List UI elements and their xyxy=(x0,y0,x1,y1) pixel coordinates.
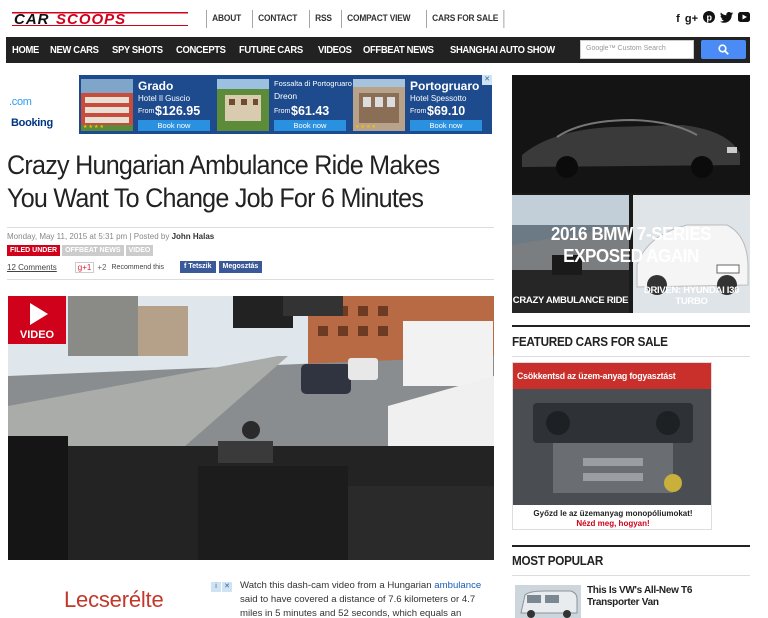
hotel-name: Dreon xyxy=(274,91,298,101)
article-meta: Monday, May 11, 2015 at 5:31 pm | Posted… xyxy=(7,232,215,241)
hotel-city: Portogruaro xyxy=(410,79,480,93)
hotel-city: Fossalta di Portogruaro xyxy=(274,79,352,88)
google-plus-icon[interactable]: g+ xyxy=(685,12,698,26)
twitter-icon[interactable] xyxy=(720,11,733,27)
section-rule xyxy=(512,325,750,327)
ambulance-link[interactable]: ambulance xyxy=(434,580,481,591)
book-now-button[interactable]: Book now xyxy=(274,120,346,131)
thumb-caption-hyundai[interactable]: DRIVEN: HYUNDAI I30 TURBO xyxy=(633,285,750,307)
popular-item[interactable]: This Is VW's All-New T6 Transporter Van xyxy=(512,584,750,618)
article-title: Crazy Hungarian Ambulance Ride Makes You… xyxy=(7,150,440,213)
recommend-label: Recommend this xyxy=(111,263,165,271)
google-plus-count: +2 xyxy=(97,262,107,272)
booking-ad-banner[interactable]: Booking .com ★★★★ Grado Hotel Il Guscio F… xyxy=(7,75,492,134)
inline-ad-text[interactable]: Lecserélte xyxy=(64,587,164,613)
nav-future-cars[interactable]: FUTURE CARS xyxy=(239,44,303,56)
hotel-price: $61.43 xyxy=(291,104,330,118)
article-body: Watch this dash-cam video from a Hungari… xyxy=(240,580,482,618)
article-tags: FILED UNDER OFFBEAT NEWS VIDEO xyxy=(7,245,154,256)
section-rule xyxy=(512,356,750,357)
pinterest-icon[interactable]: p xyxy=(703,11,715,27)
search-input[interactable]: Google™ Custom Search xyxy=(580,40,694,59)
facebook-share-button[interactable]: Megosztás xyxy=(218,261,263,273)
top-links: ABOUT CONTACT RSS COMPACT VIEW CARS FOR … xyxy=(206,10,515,28)
car-ad-headline[interactable]: Csökkentsd az üzem-anyag fogyasztást xyxy=(513,363,711,389)
hotel-city: Grado xyxy=(138,79,174,93)
toplink-contact[interactable]: CONTACT xyxy=(251,10,302,28)
thumb-caption-ambulance[interactable]: CRAZY AMBULANCE RIDE xyxy=(512,295,629,306)
toplink-rss[interactable]: RSS xyxy=(309,10,337,28)
nav-spy-shots[interactable]: SPY SHOTS xyxy=(112,44,163,56)
social-icons: f g+ p xyxy=(676,11,750,27)
hotel-price: $126.95 xyxy=(155,104,201,118)
ad-choices: i ✕ xyxy=(211,582,232,592)
divider xyxy=(7,227,494,228)
play-icon xyxy=(30,303,48,325)
section-rule xyxy=(512,575,750,576)
hotel-photo xyxy=(217,79,269,131)
divider xyxy=(7,279,494,280)
toplink-about[interactable]: ABOUT xyxy=(206,10,246,28)
book-now-button[interactable]: Book now xyxy=(410,120,482,131)
hotel-name: Hotel Il Guscio xyxy=(138,94,191,103)
youtube-icon[interactable] xyxy=(738,12,750,26)
price-prefix: From xyxy=(138,108,155,115)
toplink-cars-for-sale[interactable]: CARS FOR SALE xyxy=(425,10,505,28)
tag-video[interactable]: VIDEO xyxy=(125,245,154,256)
nav-home[interactable]: HOME xyxy=(12,44,39,56)
comments-link[interactable]: 12 Comments xyxy=(7,263,57,272)
tag-filed-under: FILED UNDER xyxy=(7,245,61,256)
price-prefix: From xyxy=(410,108,427,115)
video-badge: VIDEO xyxy=(8,296,66,344)
posted-by-label: Posted by xyxy=(133,232,170,241)
nav-concepts[interactable]: CONCEPTS xyxy=(176,44,226,56)
search-icon xyxy=(718,44,729,55)
car-ad-cta[interactable]: Nézd meg, hogyan! xyxy=(513,519,711,528)
ad-close-icon[interactable]: ✕ xyxy=(482,75,492,85)
nav-new-cars[interactable]: NEW CARS xyxy=(50,44,99,56)
featured-story[interactable]: 2016 BMW 7-SERIES EXPOSED AGAIN CRAZY AMB… xyxy=(512,75,750,313)
nav-shanghai-auto-show[interactable]: SHANGHAI AUTO SHOW xyxy=(450,44,555,56)
rating-stars: ★★★★ xyxy=(355,124,377,130)
most-popular-heading: MOST POPULAR xyxy=(512,553,604,568)
hotel-offer-2[interactable]: Fossalta di Portogruaro Dreon From $61.4… xyxy=(217,79,352,131)
featured-cars-heading: FEATURED CARS FOR SALE xyxy=(512,334,668,349)
hotel-offer-1[interactable]: ★★★★ Grado Hotel Il Guscio From $126.95 … xyxy=(81,79,216,131)
main-nav: HOME NEW CARS SPY SHOTS CONCEPTS FUTURE … xyxy=(6,37,750,63)
share-bar: 12 Comments g+1 +2 Recommend this f Tets… xyxy=(7,261,265,273)
popular-item-title[interactable]: This Is VW's All-New T6 Transporter Van xyxy=(587,585,712,609)
price-prefix: From xyxy=(274,108,291,115)
rating-stars: ★★★★ xyxy=(83,124,105,130)
search-button[interactable] xyxy=(701,40,746,59)
hotel-offer-3[interactable]: ★★★★ Portogruaro Hotel Spessotto From $6… xyxy=(353,79,488,131)
search-placeholder: Google™ Custom Search xyxy=(586,45,666,52)
nav-offbeat-news[interactable]: OFFBEAT NEWS xyxy=(363,44,434,56)
hotel-name: Hotel Spessotto xyxy=(410,94,467,103)
booking-logo[interactable]: Booking .com xyxy=(7,75,79,134)
popular-thumb xyxy=(515,585,581,618)
nav-videos[interactable]: VIDEOS xyxy=(318,44,352,56)
ad-info-icon[interactable]: i xyxy=(211,582,221,592)
section-rule xyxy=(512,545,750,547)
tag-offbeat-news[interactable]: OFFBEAT NEWS xyxy=(62,245,124,256)
video-frame xyxy=(8,296,494,560)
facebook-like-button[interactable]: f Tetszik xyxy=(180,261,216,273)
toplink-compact-view[interactable]: COMPACT VIEW xyxy=(341,10,416,28)
carscoops-logo[interactable]: CAR SCOOPS xyxy=(10,9,190,29)
facebook-icon[interactable]: f xyxy=(676,12,680,26)
car-ad-tagline: Győzd le az üzemanyag monopóliumokat! xyxy=(533,509,693,518)
video-player[interactable]: VIDEO xyxy=(8,296,494,560)
google-plus-button[interactable]: g+1 xyxy=(74,261,95,273)
svg-text:p: p xyxy=(707,13,713,23)
feature-title[interactable]: 2016 BMW 7-SERIES EXPOSED AGAIN xyxy=(518,223,744,267)
feature-image xyxy=(512,75,750,313)
ad-close-icon[interactable]: ✕ xyxy=(222,582,232,592)
car-ad-banner[interactable]: Csökkentsd az üzem-anyag fogyasztást Győ… xyxy=(512,362,712,530)
book-now-button[interactable]: Book now xyxy=(138,120,210,131)
hotel-price: $69.10 xyxy=(427,104,466,118)
author-name[interactable]: John Halas xyxy=(172,232,215,241)
post-date: Monday, May 11, 2015 at 5:31 pm xyxy=(7,232,128,241)
top-bar: CAR SCOOPS ABOUT CONTACT RSS COMPACT VIE… xyxy=(0,0,768,37)
